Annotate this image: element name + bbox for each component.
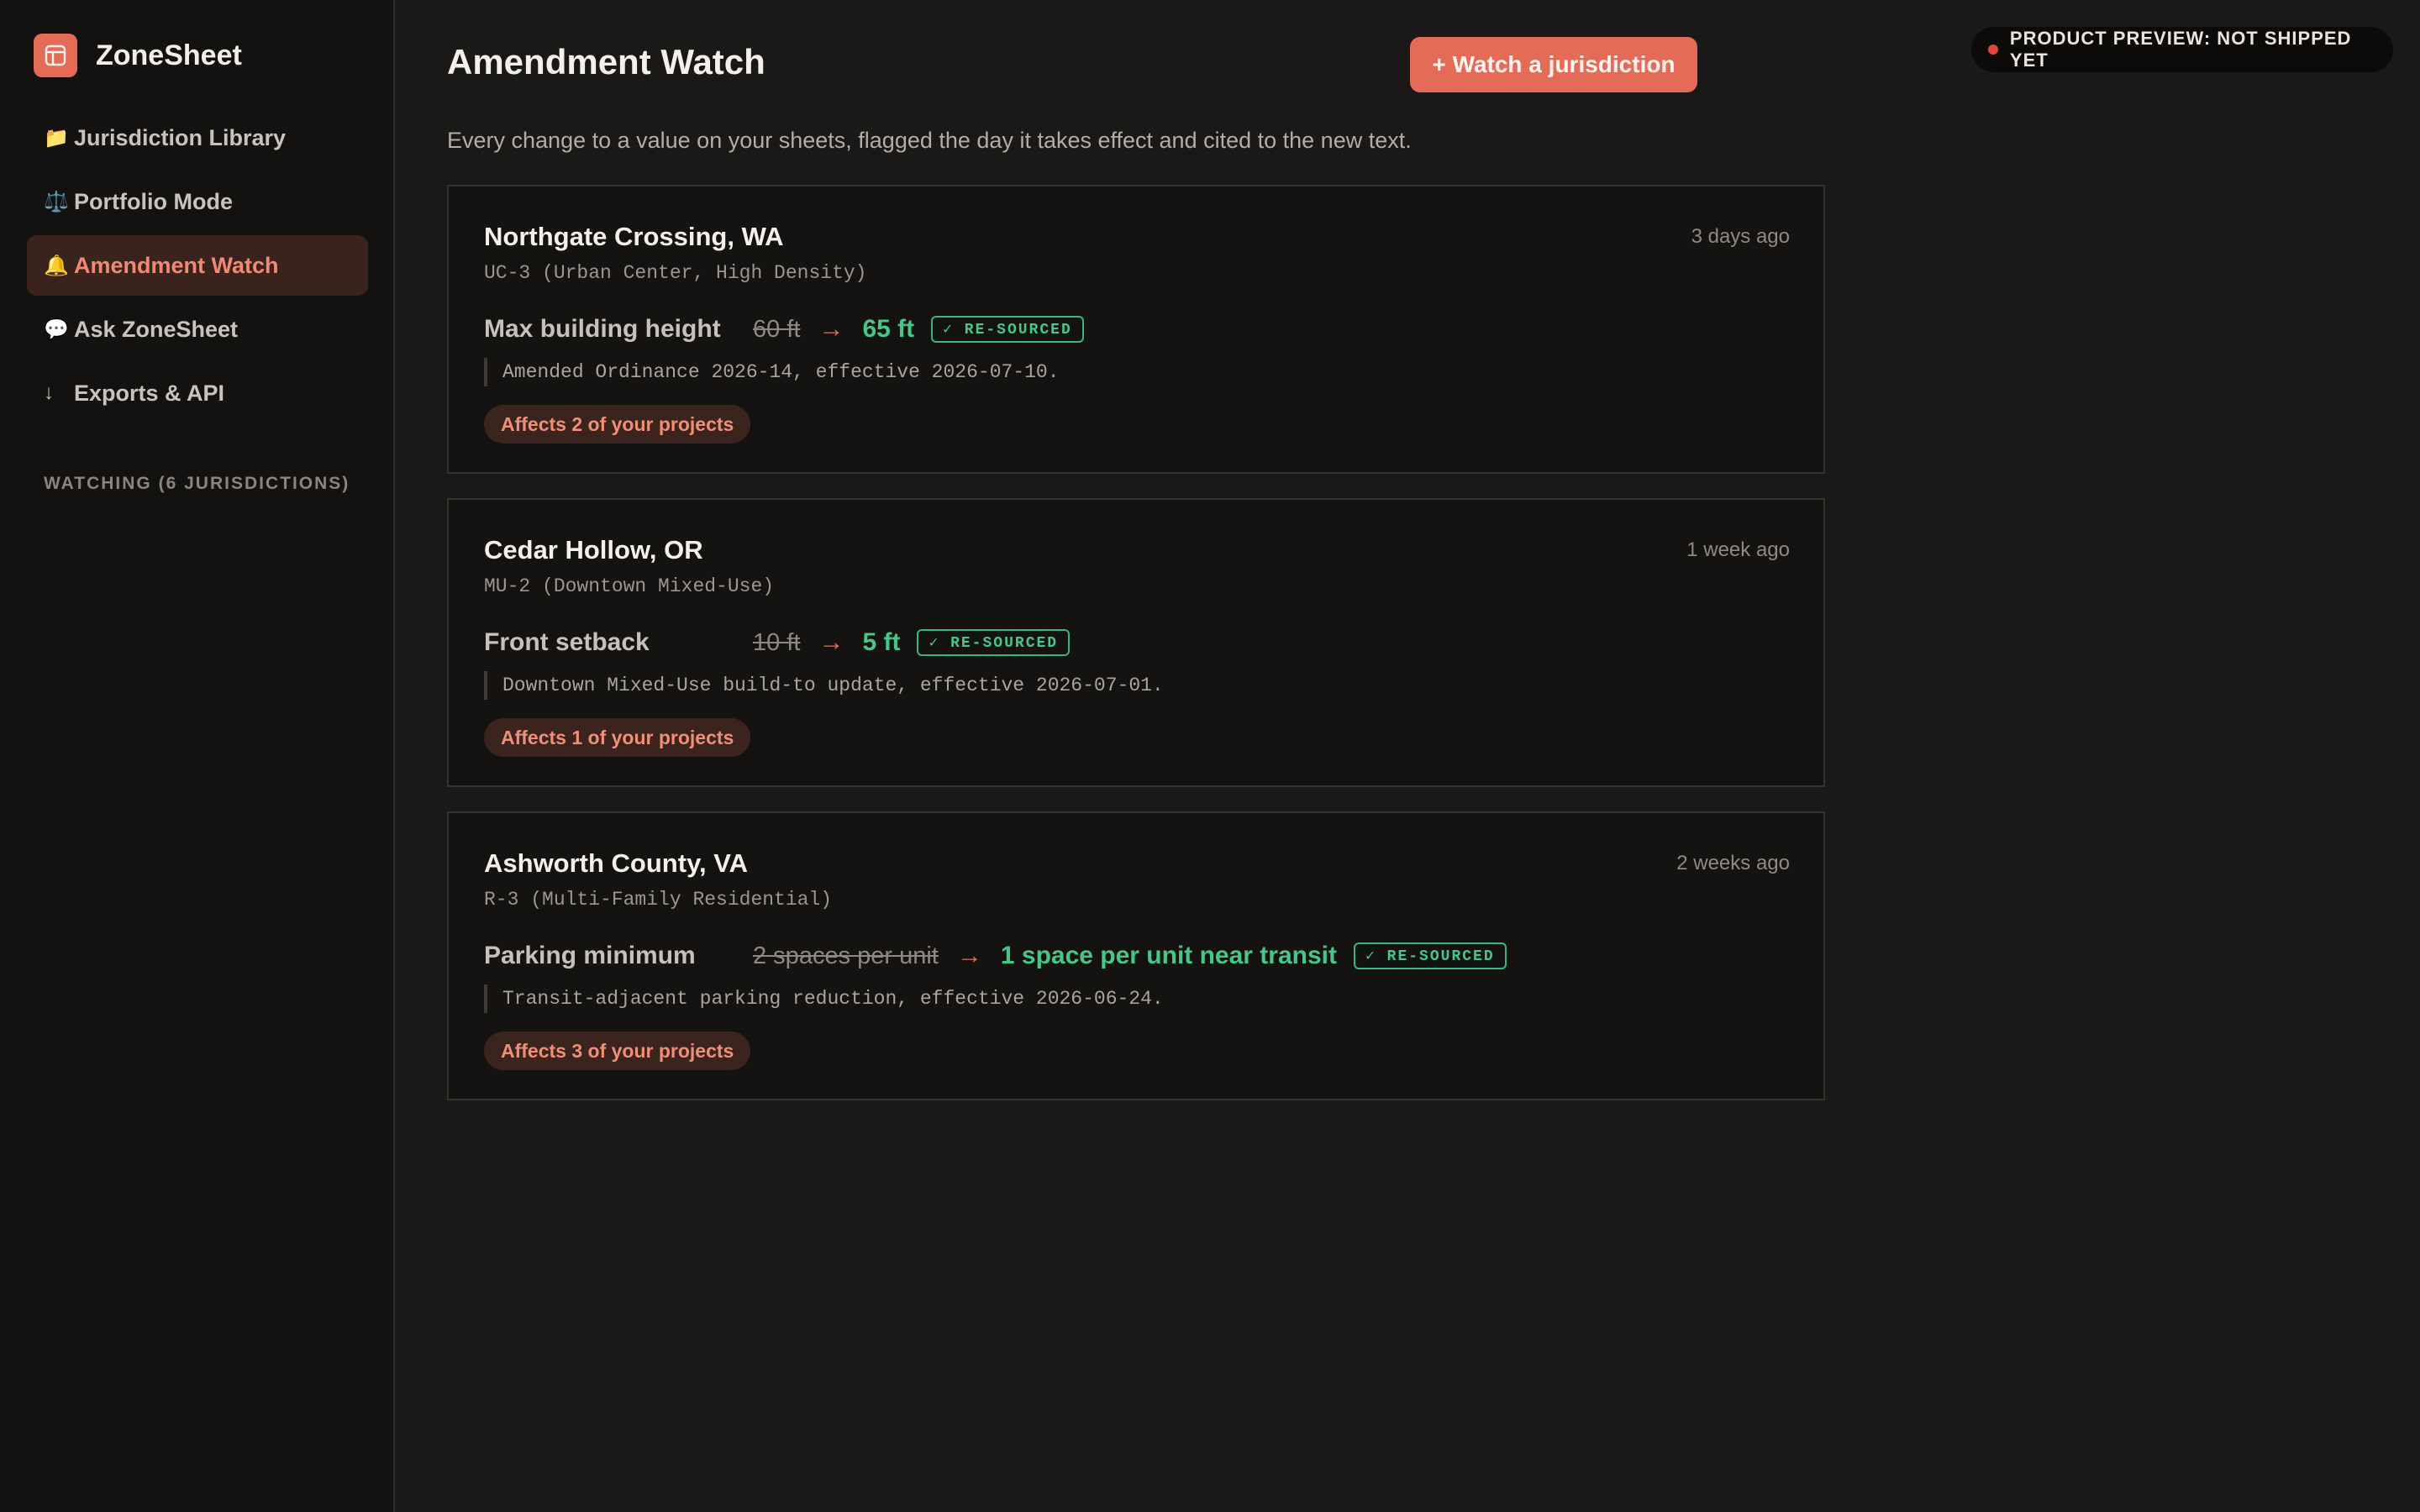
sidebar: ZoneSheet 📁 Jurisdiction Library ⚖️ Port…	[0, 0, 395, 1512]
change-field-label: Front setback	[484, 628, 650, 656]
brand[interactable]: ZoneSheet	[34, 34, 242, 77]
sidebar-item-label: Amendment Watch	[74, 252, 279, 278]
arrow-right-icon: →	[818, 315, 844, 343]
sidebar-item-label: Ask ZoneSheet	[74, 316, 239, 342]
affects-projects-pill[interactable]: Affects 3 of your projects	[484, 1032, 751, 1070]
card-timestamp: 2 weeks ago	[1676, 852, 1790, 874]
sidebar-item-jurisdiction-library[interactable]: 📁 Jurisdiction Library	[27, 108, 368, 168]
folder-icon: 📁	[44, 126, 69, 150]
value-change-row: Max building height 60 ft → 65 ft ✓ RE-S…	[484, 311, 1084, 348]
new-value: 1 space per unit near transit	[1000, 942, 1337, 969]
old-value: 10 ft	[753, 628, 801, 656]
page-subtitle: Every change to a value on your sheets, …	[447, 128, 1412, 153]
citation-text: Transit-adjacent parking reduction, effe…	[484, 984, 1164, 1013]
new-value: 5 ft	[862, 628, 901, 656]
citation-text: Amended Ordinance 2026-14, effective 202…	[484, 358, 1060, 386]
sidebar-item-exports-api[interactable]: ↓ Exports & API	[27, 363, 368, 423]
jurisdiction-name: Cedar Hollow, OR	[484, 535, 703, 564]
jurisdiction-name: Ashworth County, VA	[484, 848, 748, 878]
app-logo-icon	[34, 34, 77, 77]
arrow-right-icon: →	[956, 942, 982, 969]
old-value: 2 spaces per unit	[753, 942, 939, 969]
sidebar-item-ask-zonesheet[interactable]: 💬 Ask ZoneSheet	[27, 299, 368, 360]
citation-text: Downtown Mixed-Use build-to update, effe…	[484, 671, 1164, 700]
value-change-row: Parking minimum 2 spaces per unit → 1 sp…	[484, 937, 1507, 974]
page-title: Amendment Watch	[447, 42, 765, 81]
arrow-right-icon: →	[818, 628, 844, 656]
sidebar-item-portfolio-mode[interactable]: ⚖️ Portfolio Mode	[27, 171, 368, 232]
app-name: ZoneSheet	[96, 39, 242, 71]
sidebar-item-amendment-watch[interactable]: 🔔 Amendment Watch	[27, 235, 368, 296]
affects-projects-pill[interactable]: Affects 1 of your projects	[484, 718, 751, 757]
speech-bubble-icon: 💬	[44, 318, 69, 341]
bell-icon: 🔔	[44, 254, 69, 277]
change-field-label: Max building height	[484, 315, 721, 343]
change-field-label: Parking minimum	[484, 942, 696, 969]
re-sourced-badge: ✓ RE-SOURCED	[1354, 942, 1507, 969]
zone-code: MU-2 (Downtown Mixed-Use)	[484, 575, 775, 597]
card-timestamp: 1 week ago	[1686, 538, 1790, 561]
amendment-card[interactable]: Cedar Hollow, OR 1 week ago MU-2 (Downto…	[447, 498, 1825, 787]
sidebar-item-label: Jurisdiction Library	[74, 124, 287, 150]
sidebar-item-label: Exports & API	[74, 380, 225, 406]
zone-code: UC-3 (Urban Center, High Density)	[484, 262, 867, 284]
jurisdiction-name: Northgate Crossing, WA	[484, 222, 784, 251]
preview-status-badge: PRODUCT PREVIEW: NOT SHIPPED YET	[1971, 27, 2393, 72]
re-sourced-badge: ✓ RE-SOURCED	[931, 316, 1084, 343]
amendment-card[interactable]: Ashworth County, VA 2 weeks ago R-3 (Mul…	[447, 811, 1825, 1100]
re-sourced-badge: ✓ RE-SOURCED	[917, 629, 1071, 656]
amendment-card[interactable]: Northgate Crossing, WA 3 days ago UC-3 (…	[447, 185, 1825, 474]
value-change-row: Front setback 10 ft → 5 ft ✓ RE-SOURCED	[484, 624, 1071, 661]
preview-badge-label: PRODUCT PREVIEW: NOT SHIPPED YET	[2009, 28, 2352, 71]
sidebar-nav: 📁 Jurisdiction Library ⚖️ Portfolio Mode…	[27, 108, 368, 427]
new-value: 65 ft	[862, 315, 915, 343]
old-value: 60 ft	[753, 315, 801, 343]
watching-section-label: WATCHING (6 JURISDICTIONS)	[44, 474, 350, 493]
download-arrow-icon: ↓	[44, 381, 54, 404]
watch-jurisdiction-button[interactable]: + Watch a jurisdiction	[1410, 37, 1697, 92]
card-timestamp: 3 days ago	[1691, 225, 1790, 248]
affects-projects-pill[interactable]: Affects 2 of your projects	[484, 405, 751, 444]
zone-code: R-3 (Multi-Family Residential)	[484, 889, 833, 911]
status-dot-icon	[1988, 45, 1998, 55]
scales-icon: ⚖️	[44, 190, 69, 213]
sidebar-item-label: Portfolio Mode	[74, 188, 233, 214]
